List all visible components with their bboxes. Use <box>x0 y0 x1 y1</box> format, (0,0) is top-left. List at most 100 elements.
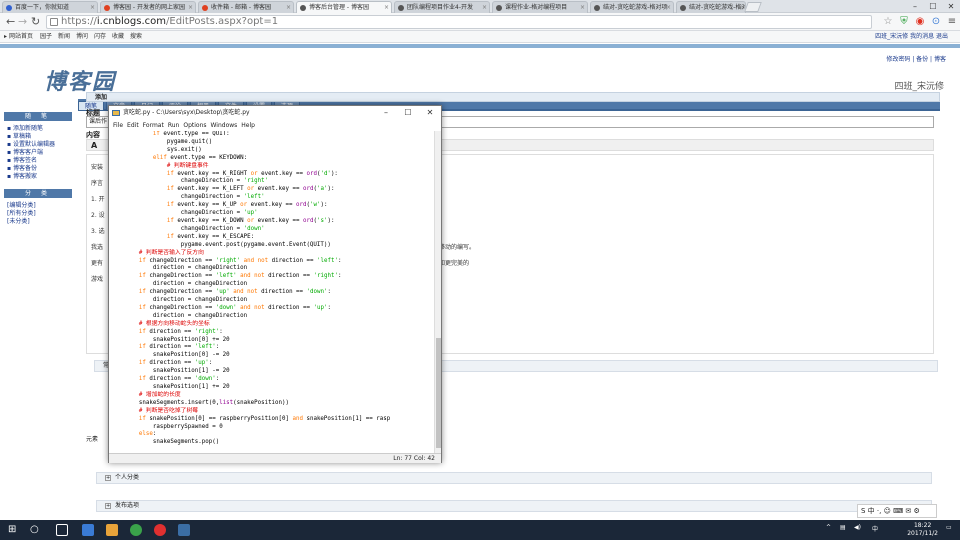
nav-link-questions[interactable]: 博问 <box>76 31 88 43</box>
back-icon[interactable]: ← <box>6 15 15 29</box>
sidebar-item[interactable]: ▪ 博客备份 <box>4 165 72 173</box>
nav-link-home[interactable]: 网站首页 <box>9 31 33 43</box>
code-line: snakeSegments.pop() <box>111 439 220 446</box>
category-link[interactable]: [未分类] <box>4 218 72 226</box>
idle-menu-format[interactable]: Format <box>143 122 164 129</box>
font-color-icon[interactable]: A <box>91 141 97 150</box>
content-line: 2. 设 <box>91 212 105 219</box>
tab-close-icon[interactable]: × <box>580 2 585 13</box>
browser-tab[interactable]: 结对-贪吃蛇游戏-格对项× <box>676 1 746 13</box>
nav-link-news[interactable]: 新闻 <box>58 31 70 43</box>
browser-tab[interactable]: 百度一下，你就知道 × <box>2 1 98 13</box>
python-idle-taskbar-icon[interactable] <box>178 524 190 536</box>
idle-menu-run[interactable]: Run <box>168 122 180 129</box>
code-line: if direction == 'right': <box>138 328 223 335</box>
extension-icon[interactable]: ◉ <box>914 16 926 28</box>
code-scrollbar[interactable] <box>434 131 441 453</box>
tab-close-icon[interactable]: × <box>738 2 743 13</box>
nav-link-search[interactable]: 搜索 <box>130 31 142 43</box>
sidebar-item-label: 博客备份 <box>12 165 37 172</box>
tray-up-icon[interactable]: ^ <box>826 524 831 531</box>
forward-icon[interactable]: → <box>18 15 27 29</box>
browser-tab[interactable]: 博客园 - 开发者的网上家园 × <box>100 1 196 13</box>
idle-title-bar[interactable]: 贪吃蛇.py - C:\Users\syx\Desktop\贪吃蛇.py – ☐… <box>109 106 441 120</box>
sidebar-item[interactable]: ▪ 博客签名 <box>4 157 72 165</box>
user-links[interactable]: 四班_宋沅修 我的消息 退出 <box>875 31 948 43</box>
code-line: if direction == 'down': <box>138 376 220 383</box>
code-editor[interactable]: if event.type == QUIT: pygame.quit() sys… <box>109 131 433 453</box>
ime-indicator[interactable]: 中 <box>872 524 878 533</box>
idle-menu-options[interactable]: Options <box>183 122 206 129</box>
network-icon[interactable]: ▤ <box>840 524 846 531</box>
idle-minimize-button[interactable]: – <box>375 106 397 120</box>
edge-icon[interactable] <box>82 524 94 536</box>
browser-tab[interactable]: 团队编程项目作业4-开发 × <box>394 1 490 13</box>
new-tab-button[interactable] <box>744 2 762 12</box>
idle-maximize-button[interactable]: ☐ <box>397 106 419 120</box>
close-window-button[interactable]: ✕ <box>942 0 960 13</box>
code-line: snakePosition[0] += 20 <box>111 336 230 343</box>
personal-category-section[interactable]: + 个人分类 <box>96 472 932 484</box>
notification-icon[interactable]: ▭ <box>946 524 952 531</box>
nav-link-flash[interactable]: 闪存 <box>94 31 106 43</box>
publish-options-section[interactable]: + 发布选项 <box>96 500 932 512</box>
category-link[interactable]: [编辑分类] <box>4 202 72 210</box>
browser-360-icon[interactable] <box>130 524 142 536</box>
sidebar-item[interactable]: ▪ 博客客户端 <box>4 149 72 157</box>
tab-favicon-icon <box>300 5 306 11</box>
browser-tab[interactable]: 收件箱 - 邮箱 - 博客园 × <box>198 1 294 13</box>
idle-menu-file[interactable]: File <box>113 122 123 129</box>
nav-link-favorites[interactable]: 收藏 <box>112 31 124 43</box>
task-view-icon[interactable] <box>56 524 68 536</box>
sidebar-item[interactable]: ▪ 设置默认编辑器 <box>4 141 72 149</box>
ime-toolbar[interactable]: S 中 ·, ☺ ⌨ ✉ ⚙ <box>857 504 937 518</box>
idle-menu-help[interactable]: Help <box>241 122 255 129</box>
code-line: if direction == 'up': <box>138 360 213 367</box>
idle-menu-windows[interactable]: Windows <box>211 122 238 129</box>
tab-close-icon[interactable]: × <box>384 2 389 13</box>
shield-icon[interactable]: ⛨ <box>898 16 910 28</box>
category-link[interactable]: [所有分类] <box>4 210 72 218</box>
start-icon[interactable]: ⊞ <box>8 524 20 536</box>
volume-icon[interactable]: ◀) <box>854 524 861 531</box>
top-links[interactable]: 修改密码 | 备份 | 博客 <box>886 54 946 63</box>
scrollbar-thumb[interactable] <box>436 338 441 448</box>
code-line: # 根据方向移动蛇头的坐标 <box>138 320 210 327</box>
nav-link-garden[interactable]: 园子 <box>40 31 52 43</box>
sidebar-item[interactable]: ▪ 添加新随笔 <box>4 125 72 133</box>
minimize-window-button[interactable]: – <box>906 0 924 13</box>
clock[interactable]: 18:22 2017/11/2 <box>907 522 938 538</box>
sidebar-item[interactable]: ▪ 博客搬家 <box>4 173 72 181</box>
maximize-window-button[interactable]: ☐ <box>924 0 942 13</box>
netease-music-icon[interactable] <box>154 524 166 536</box>
tab-close-icon[interactable]: × <box>90 2 95 13</box>
tab-close-icon[interactable]: × <box>286 2 291 13</box>
explorer-icon[interactable] <box>106 524 118 536</box>
code-line: direction = changeDirection <box>111 312 248 319</box>
tab-favicon-icon <box>594 5 600 11</box>
status-bar: Ln: 77 Col: 42 <box>109 453 441 463</box>
tab-favicon-icon <box>680 5 686 11</box>
code-line: if changeDirection == 'left' and not dir… <box>138 273 342 280</box>
tab-close-icon[interactable]: × <box>482 2 487 13</box>
code-line: if event.key == K_LEFT or event.key == o… <box>166 186 335 193</box>
idle-close-button[interactable]: ✕ <box>419 106 441 120</box>
browser-tab[interactable]: 课程作业-格对编程项目 × <box>492 1 588 13</box>
url-input[interactable]: https://i.cnblogs.com/EditPosts.aspx?opt… <box>46 15 872 29</box>
tab-close-icon[interactable]: × <box>666 2 671 13</box>
star-icon[interactable]: ☆ <box>882 16 894 28</box>
tab-favicon-icon <box>104 5 110 11</box>
browser-tab[interactable]: 结对-贪吃蛇游戏-格对项× <box>590 1 674 13</box>
search-icon[interactable]: ○ <box>30 524 42 536</box>
code-line: changeDirection = 'up' <box>111 210 258 217</box>
browser-tab[interactable]: 博客后台管理 - 博客园 × <box>296 1 392 13</box>
reload-icon[interactable]: ↻ <box>31 15 40 29</box>
tab-close-icon[interactable]: × <box>188 2 193 13</box>
sidebar-heading-categories: 分 类 <box>4 189 72 198</box>
idle-menu-edit[interactable]: Edit <box>127 122 139 129</box>
sidebar-item[interactable]: ▪ 草稿箱 <box>4 133 72 141</box>
menu-icon[interactable]: ≡ <box>946 16 958 28</box>
code-line: snakePosition[1] += 20 <box>111 384 230 390</box>
code-line: direction = changeDirection <box>111 281 248 288</box>
account-icon[interactable]: ⊙ <box>930 16 942 28</box>
